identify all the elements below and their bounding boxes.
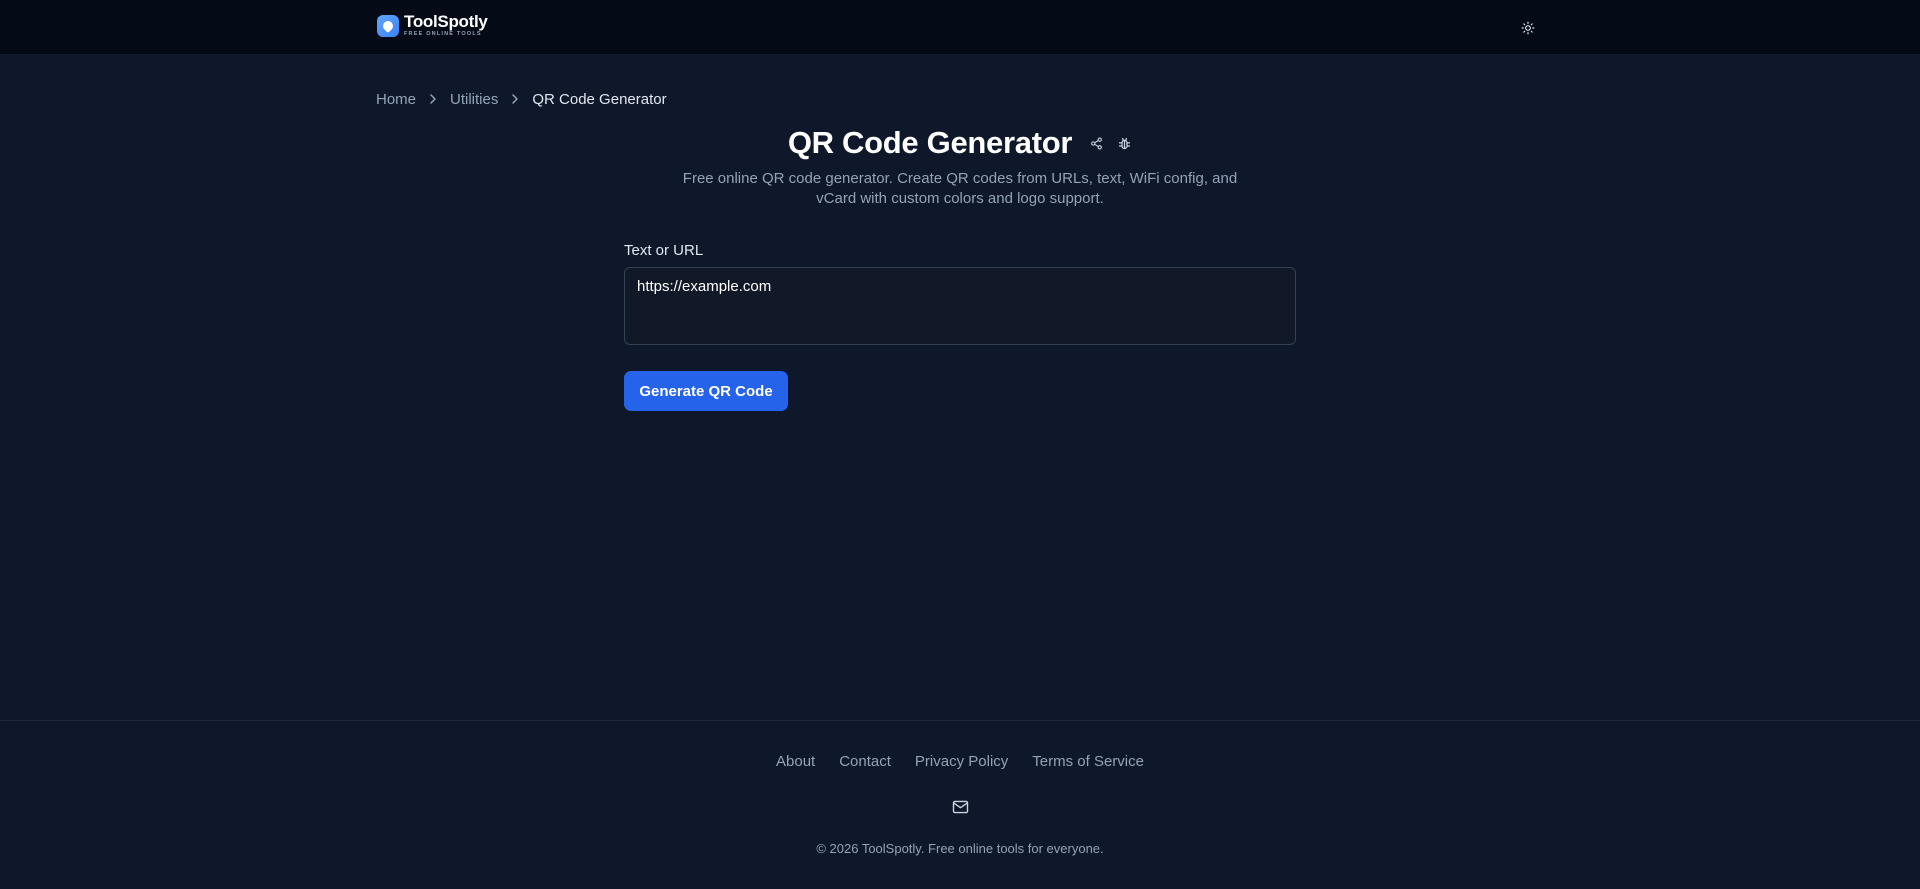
share-icon [1091,137,1103,149]
footer-link-terms[interactable]: Terms of Service [1032,753,1144,770]
brand-name: ToolSpotly [404,12,488,31]
logo-icon [377,15,399,37]
footer-link-contact[interactable]: Contact [839,753,891,770]
breadcrumb-utilities[interactable]: Utilities [450,91,498,108]
report-bug-button[interactable] [1117,136,1132,151]
copyright-text: © 2026 ToolSpotly. Free online tools for… [816,841,1104,856]
breadcrumb-current: QR Code Generator [532,90,667,108]
breadcrumb-home[interactable]: Home [376,91,416,108]
share-button[interactable] [1090,137,1103,150]
bug-icon [1119,137,1131,149]
top-navbar: ToolSpotly FREE ONLINE TOOLS [0,0,1920,55]
brand-logo[interactable]: ToolSpotly FREE ONLINE TOOLS [377,13,488,38]
brand-tagline: FREE ONLINE TOOLS [404,31,482,37]
footer-divider [0,720,1920,721]
theme-toggle-button[interactable] [1518,18,1538,38]
breadcrumb: Home Utilities QR Code Generator [376,90,667,108]
chevron-right-icon [428,93,438,105]
page-title: QR Code Generator [787,125,1073,160]
page-description: Free online QR code generator. Create QR… [682,170,1238,207]
title-row: QR Code Generator [0,123,1920,163]
text-url-label: Text or URL [624,242,704,259]
text-url-input[interactable]: https://example.com [624,267,1296,345]
sun-icon [1521,21,1535,35]
generate-qr-button[interactable]: Generate QR Code [624,371,788,411]
footer-link-privacy[interactable]: Privacy Policy [915,753,1008,770]
footer-links: About Contact Privacy Policy Terms of Se… [0,753,1920,770]
mail-icon[interactable] [951,799,969,815]
footer-link-about[interactable]: About [776,753,815,770]
chevron-right-icon [510,93,520,105]
